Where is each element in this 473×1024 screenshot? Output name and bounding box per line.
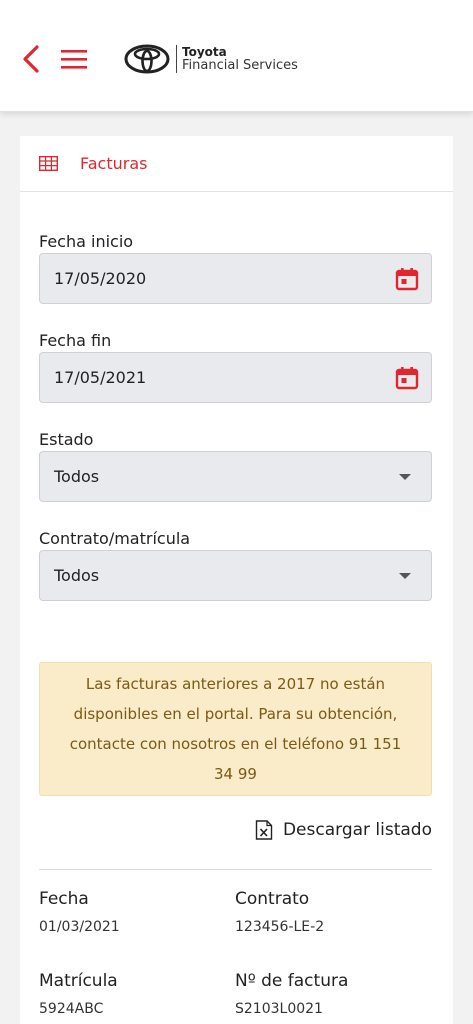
status-label: Estado — [39, 430, 94, 449]
status-value: Todos — [54, 467, 100, 486]
invoice-plate-label: Matrícula — [39, 971, 118, 991]
invoice-number-label: Nº de factura — [235, 971, 349, 991]
invoice-contract-label: Contrato — [235, 889, 310, 909]
download-label: Descargar listado — [282, 820, 432, 840]
toyota-emblem-icon — [124, 44, 170, 74]
calendar-icon[interactable] — [395, 366, 419, 390]
filter-form: Fecha inicio 17/05/2020 Fecha fin 17/05/… — [39, 231, 432, 601]
start-date-label: Fecha inicio — [39, 232, 134, 251]
brand-line1: Toyota — [182, 45, 227, 59]
status-select[interactable]: Todos — [39, 451, 432, 502]
calendar-icon[interactable] — [395, 267, 419, 291]
invoice-number: Nº de factura S2103L0021 — [235, 970, 431, 1024]
invoice-number-value: S2103L0021 — [235, 1001, 323, 1017]
hamburger-icon[interactable] — [61, 48, 87, 70]
section-title: Facturas — [80, 154, 148, 173]
notice-text: Las facturas anteriores a 2017 no están … — [69, 675, 402, 783]
end-date-label: Fecha fin — [39, 331, 112, 350]
chevron-left-icon[interactable] — [20, 44, 42, 74]
invoice-contract: Contrato 123456-LE-2 — [235, 888, 431, 970]
contract-label: Contrato/matrícula — [39, 529, 191, 548]
toyota-logo: Toyota Financial Services — [124, 42, 298, 76]
contract-value: Todos — [54, 566, 100, 585]
info-notice: Las facturas anteriores a 2017 no están … — [39, 662, 432, 796]
invoice-plate-value: 5924ABC — [39, 1001, 104, 1017]
section-header: Facturas — [20, 136, 453, 192]
end-date-value: 17/05/2021 — [54, 368, 147, 387]
brand-name: Toyota Financial Services — [176, 45, 298, 73]
contract-select[interactable]: Todos — [39, 550, 432, 601]
invoice-item[interactable]: Fecha 01/03/2021 Contrato 123456-LE-2 Ma… — [39, 888, 432, 1024]
caret-down-icon — [399, 573, 411, 579]
excel-file-icon — [255, 820, 273, 840]
invoice-date-value: 01/03/2021 — [39, 919, 120, 935]
invoice-date-label: Fecha — [39, 889, 89, 909]
brand-line2: Financial Services — [182, 58, 298, 73]
divider — [39, 869, 432, 870]
start-date-field[interactable]: 17/05/2020 — [39, 253, 432, 304]
invoice-date: Fecha 01/03/2021 — [39, 888, 235, 970]
end-date-field[interactable]: 17/05/2021 — [39, 352, 432, 403]
caret-down-icon — [399, 474, 411, 480]
start-date-value: 17/05/2020 — [54, 269, 147, 288]
invoices-card: Facturas Fecha inicio 17/05/2020 Fecha f… — [20, 136, 453, 1024]
download-list-link[interactable]: Descargar listado — [255, 818, 432, 842]
invoice-contract-value: 123456-LE-2 — [235, 919, 325, 935]
invoice-plate: Matrícula 5924ABC — [39, 970, 235, 1024]
table-icon — [39, 156, 58, 171]
app-header: Toyota Financial Services — [0, 0, 473, 112]
